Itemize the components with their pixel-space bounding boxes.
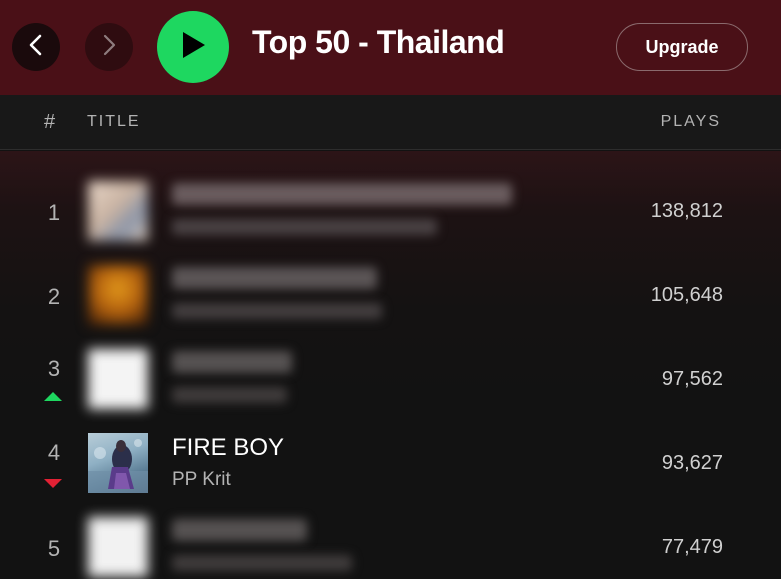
trend-down-icon	[44, 479, 62, 488]
track-plays: 105,648	[650, 284, 723, 306]
album-cover[interactable]	[88, 265, 148, 325]
album-cover[interactable]	[88, 181, 148, 241]
track-rank: 2	[47, 284, 61, 309]
album-cover[interactable]	[88, 349, 148, 409]
album-cover[interactable]	[88, 433, 148, 493]
track-title-blurred	[172, 183, 512, 205]
column-rank-header: #	[44, 111, 56, 133]
track-rank: 3	[47, 356, 61, 381]
play-icon	[179, 30, 207, 65]
track-plays: 138,812	[650, 200, 723, 222]
track-row[interactable]: 1 138,812	[0, 169, 781, 253]
track-plays: 93,627	[661, 452, 723, 474]
track-plays: 77,479	[661, 536, 723, 558]
track-list: 1 138,812 2 105,648 3 97,562 4 FIRE BOY …	[0, 151, 781, 579]
track-row[interactable]: 2 105,648	[0, 253, 781, 337]
track-rank: 5	[47, 536, 61, 561]
top-bar: Top 50 - Thailand Upgrade	[0, 0, 781, 95]
track-title-blurred	[172, 351, 292, 373]
trend-up-icon	[44, 392, 62, 401]
album-art-figure	[88, 439, 148, 493]
page-title: Top 50 - Thailand	[252, 24, 505, 60]
column-title-header[interactable]: TITLE	[87, 113, 141, 131]
track-row[interactable]: 4 FIRE BOY PP Krit 93,627	[0, 421, 781, 505]
track-artist-blurred	[172, 555, 352, 571]
track-artist-blurred	[172, 219, 437, 235]
track-artist[interactable]: PP Krit	[172, 469, 231, 491]
track-plays: 97,562	[661, 368, 723, 390]
chevron-right-icon	[99, 33, 119, 62]
play-button[interactable]	[157, 11, 229, 83]
track-title-blurred	[172, 519, 307, 541]
track-row[interactable]: 5 77,479	[0, 505, 781, 579]
table-header: # TITLE PLAYS	[0, 95, 781, 150]
track-artist-blurred	[172, 387, 287, 403]
chevron-left-icon	[26, 33, 46, 62]
upgrade-button[interactable]: Upgrade	[616, 23, 748, 71]
track-title[interactable]: FIRE BOY	[172, 434, 284, 462]
track-artist-blurred	[172, 303, 382, 319]
column-plays-header[interactable]: PLAYS	[661, 113, 721, 131]
track-title-blurred	[172, 267, 377, 289]
back-button[interactable]	[12, 23, 60, 71]
forward-button[interactable]	[85, 23, 133, 71]
track-rank: 1	[47, 200, 61, 225]
album-cover[interactable]	[88, 517, 148, 577]
track-row[interactable]: 3 97,562	[0, 337, 781, 421]
track-rank: 4	[47, 440, 61, 465]
